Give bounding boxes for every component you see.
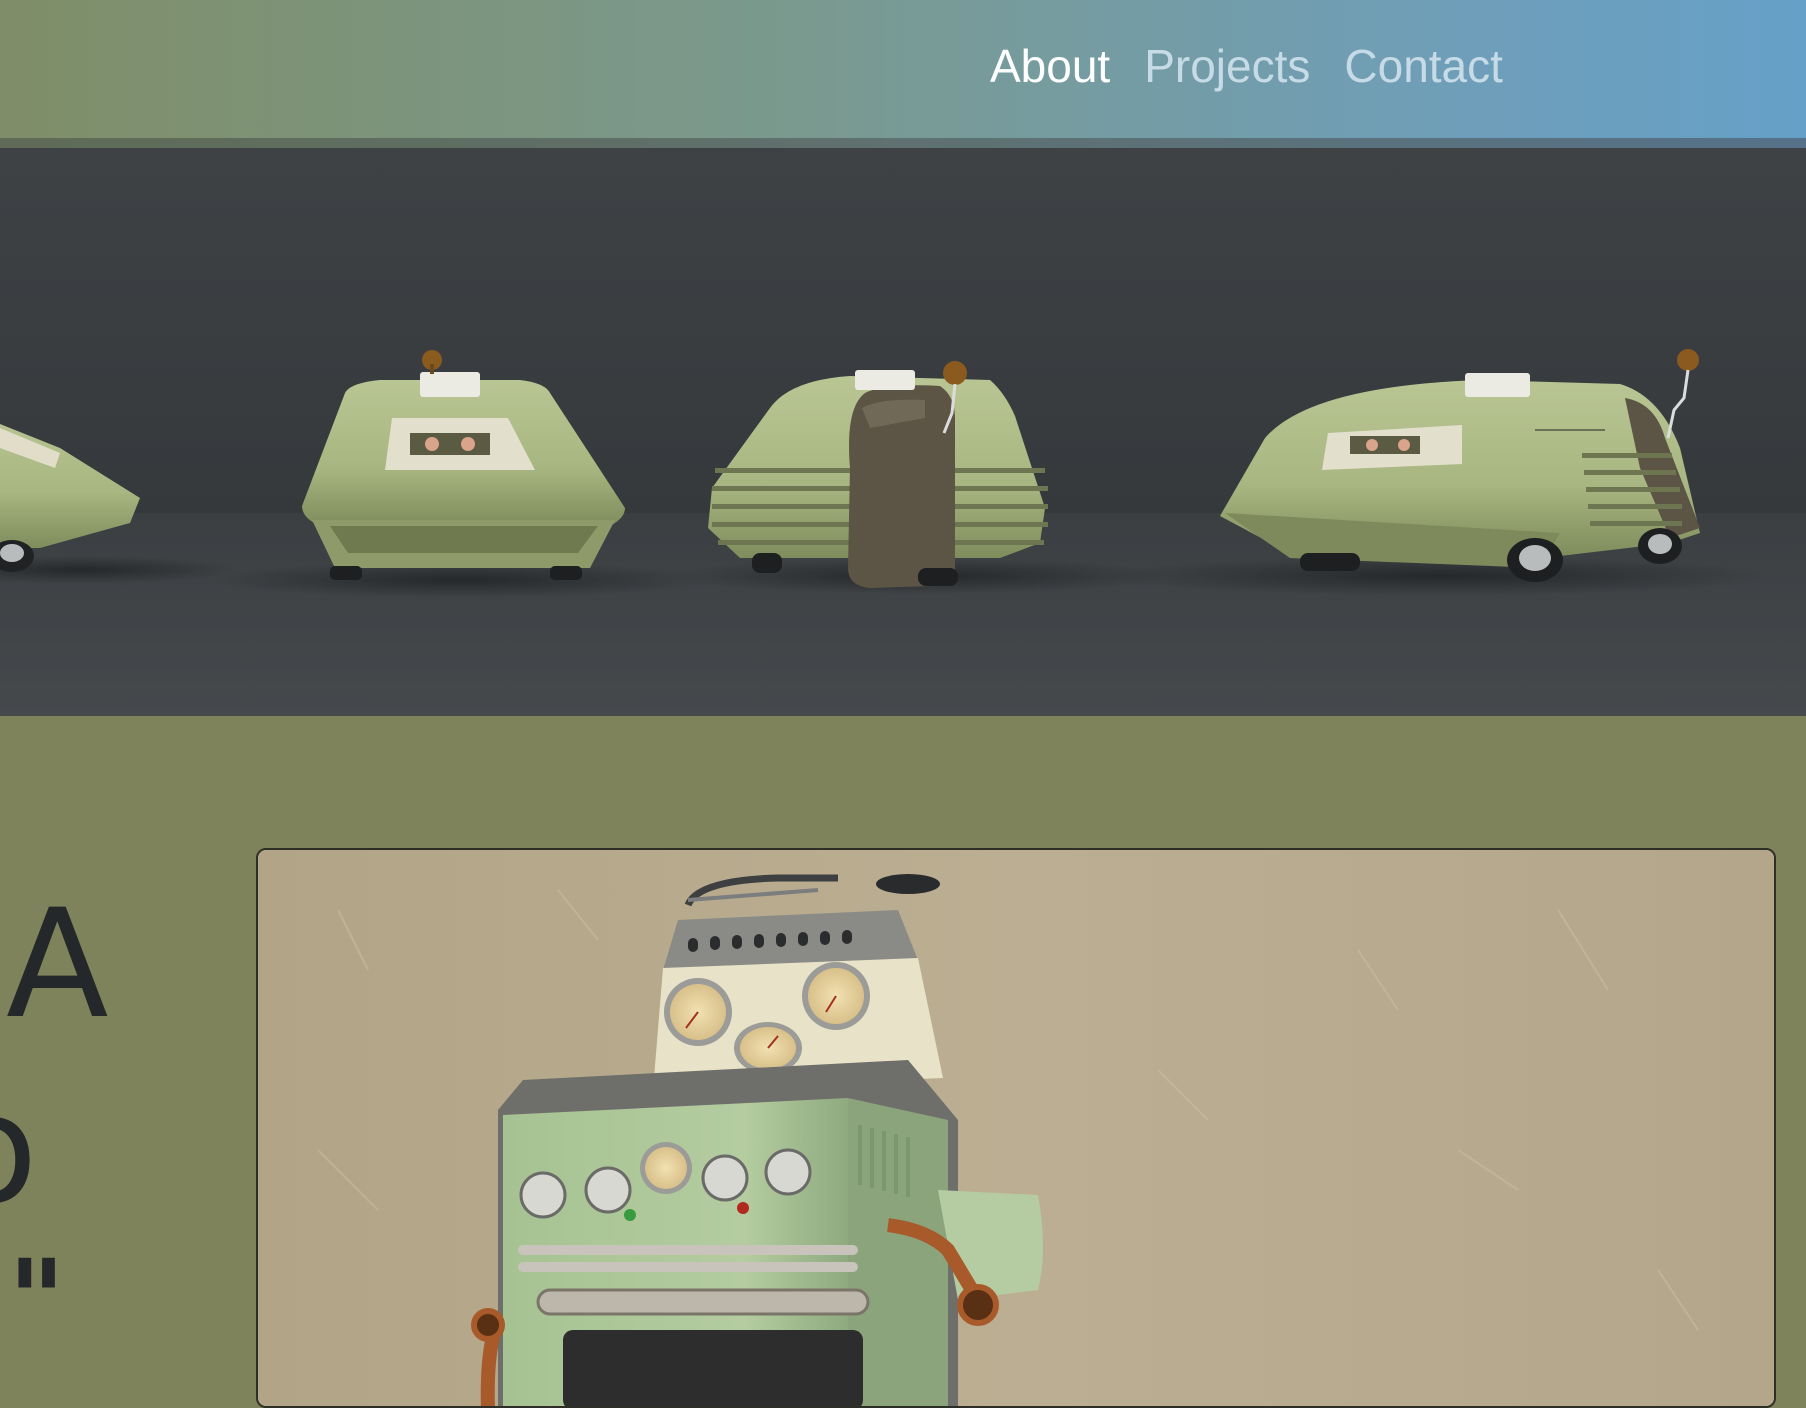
headline-line-1: A [6,878,109,1052]
headline-line-2: o [0,1075,38,1225]
nav-link-projects[interactable]: Projects [1144,36,1310,96]
main-nav: About Projects Contact [990,36,1503,96]
headline-line-4: . [0,1340,34,1386]
robot-image [258,850,1774,1406]
top-navbar: About Projects Contact [0,0,1806,138]
intro-headline: A o " . [0,860,250,1386]
robot-photo-card [256,848,1776,1408]
nav-link-about[interactable]: About [990,36,1110,96]
nav-link-contact[interactable]: Contact [1344,36,1503,96]
hero-vehicles-image [0,148,1806,716]
hero-banner [0,148,1806,716]
navbar-shadow [0,138,1806,148]
